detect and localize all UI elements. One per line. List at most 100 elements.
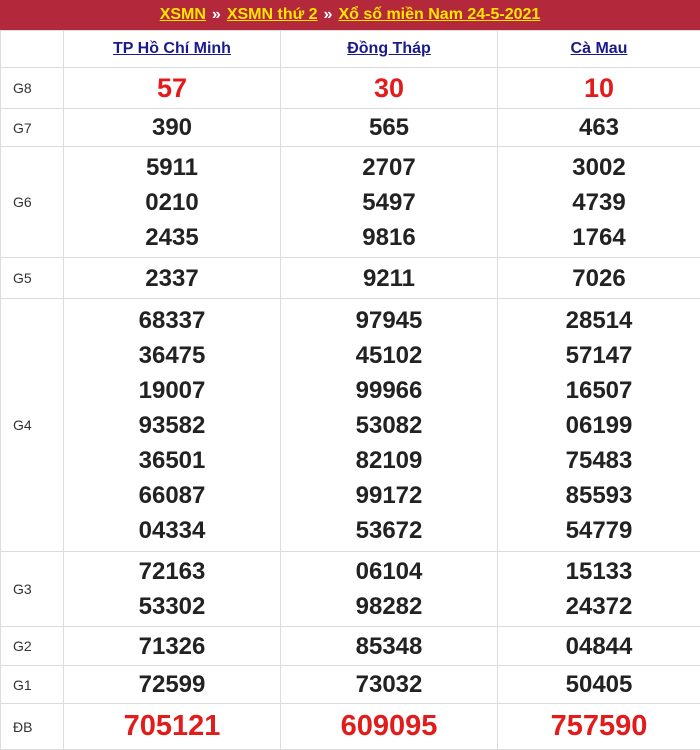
- prize-cell: 390: [64, 109, 281, 147]
- prize-number: 30: [281, 71, 497, 106]
- prize-label: G6: [1, 147, 64, 258]
- prize-row: G8573010: [1, 68, 700, 109]
- prize-cell: 1513324372: [498, 552, 700, 627]
- breadcrumb: XSMN » XSMN thứ 2 » Xổ số miền Nam 24-5-…: [0, 0, 700, 30]
- prize-number: 93582: [64, 408, 280, 443]
- prize-number: 2435: [64, 220, 280, 255]
- prize-number: 2707: [281, 150, 497, 185]
- prize-cell: 7026: [498, 258, 700, 299]
- prize-label: G1: [1, 666, 64, 704]
- prize-column-header: [1, 31, 64, 68]
- prize-cell: 30: [281, 68, 498, 109]
- prize-number: 75483: [498, 443, 700, 478]
- prize-number: 85593: [498, 478, 700, 513]
- prize-number: 2337: [64, 261, 280, 296]
- prize-number: 3002: [498, 150, 700, 185]
- prize-number: 705121: [64, 709, 280, 744]
- prize-number: 45102: [281, 338, 497, 373]
- prize-cell: 85348: [281, 627, 498, 666]
- prize-number: 565: [281, 110, 497, 145]
- prize-cell: 72599: [64, 666, 281, 704]
- prize-number: 73032: [281, 667, 497, 702]
- prize-number: 82109: [281, 443, 497, 478]
- prize-cell: 591102102435: [64, 147, 281, 258]
- prize-number: 85348: [281, 629, 497, 664]
- province-header: TP Hồ Chí Minh: [64, 31, 281, 68]
- prize-number: 9816: [281, 220, 497, 255]
- prize-number: 04844: [498, 629, 700, 664]
- prize-cell: 2337: [64, 258, 281, 299]
- prize-number: 06104: [281, 554, 497, 589]
- province-header: Cà Mau: [498, 31, 700, 68]
- prize-label: ĐB: [1, 704, 64, 750]
- prize-row: G6591102102435270754979816300247391764: [1, 147, 700, 258]
- prize-label: G5: [1, 258, 64, 299]
- prize-number: 0210: [64, 185, 280, 220]
- province-link-hcm[interactable]: TP Hồ Chí Minh: [113, 40, 231, 57]
- province-header: Đồng Tháp: [281, 31, 498, 68]
- prize-cell: 9211: [281, 258, 498, 299]
- prize-number: 71326: [64, 629, 280, 664]
- prize-cell: 68337364751900793582365016608704334: [64, 299, 281, 552]
- prize-number: 757590: [498, 709, 700, 744]
- prize-number: 24372: [498, 589, 700, 624]
- prize-number: 50405: [498, 667, 700, 702]
- prize-row: G7390565463: [1, 109, 700, 147]
- prize-label: G3: [1, 552, 64, 627]
- prize-number: 06199: [498, 408, 700, 443]
- prize-cell: 7216353302: [64, 552, 281, 627]
- province-link-dong-thap[interactable]: Đồng Tháp: [347, 40, 431, 57]
- prize-cell: 04844: [498, 627, 700, 666]
- prize-number: 53302: [64, 589, 280, 624]
- prize-cell: 97945451029996653082821099917253672: [281, 299, 498, 552]
- prize-number: 19007: [64, 373, 280, 408]
- prize-row: ĐB705121609095757590: [1, 704, 700, 750]
- prize-label: G4: [1, 299, 64, 552]
- breadcrumb-xsmn-link[interactable]: XSMN: [160, 6, 206, 24]
- prize-number: 1764: [498, 220, 700, 255]
- prize-number: 72599: [64, 667, 280, 702]
- province-link-ca-mau[interactable]: Cà Mau: [571, 40, 628, 57]
- prize-number: 97945: [281, 303, 497, 338]
- prize-number: 7026: [498, 261, 700, 296]
- prize-row: G5233792117026: [1, 258, 700, 299]
- prize-number: 9211: [281, 261, 497, 296]
- prize-number: 53672: [281, 513, 497, 548]
- prize-cell: 609095: [281, 704, 498, 750]
- prize-label: G2: [1, 627, 64, 666]
- prize-number: 98282: [281, 589, 497, 624]
- prize-number: 5911: [64, 150, 280, 185]
- prize-number: 609095: [281, 709, 497, 744]
- prize-row: G1725997303250405: [1, 666, 700, 704]
- prize-number: 10: [498, 71, 700, 106]
- prize-cell: 565: [281, 109, 498, 147]
- prize-number: 16507: [498, 373, 700, 408]
- prize-cell: 270754979816: [281, 147, 498, 258]
- prize-cell: 0610498282: [281, 552, 498, 627]
- prize-number: 68337: [64, 303, 280, 338]
- prize-number: 390: [64, 110, 280, 145]
- prize-number: 04334: [64, 513, 280, 548]
- prize-cell: 28514571471650706199754838559354779: [498, 299, 700, 552]
- prize-number: 463: [498, 110, 700, 145]
- prize-number: 15133: [498, 554, 700, 589]
- province-header-row: TP Hồ Chí Minh Đồng Tháp Cà Mau: [1, 31, 700, 68]
- prize-cell: 757590: [498, 704, 700, 750]
- prize-number: 57147: [498, 338, 700, 373]
- prize-number: 36475: [64, 338, 280, 373]
- prize-row: G2713268534804844: [1, 627, 700, 666]
- breadcrumb-current-page-link[interactable]: Xổ số miền Nam 24-5-2021: [338, 6, 540, 24]
- breadcrumb-xsmn-thu2-link[interactable]: XSMN thứ 2: [227, 6, 318, 24]
- prize-number: 99966: [281, 373, 497, 408]
- prize-cell: 50405: [498, 666, 700, 704]
- prize-cell: 463: [498, 109, 700, 147]
- prize-number: 66087: [64, 478, 280, 513]
- results-table: TP Hồ Chí Minh Đồng Tháp Cà Mau G8573010…: [0, 30, 700, 750]
- prize-label: G7: [1, 109, 64, 147]
- breadcrumb-separator: »: [212, 6, 221, 24]
- prize-row: G3721635330206104982821513324372: [1, 552, 700, 627]
- prize-cell: 705121: [64, 704, 281, 750]
- prize-number: 72163: [64, 554, 280, 589]
- prize-cell: 71326: [64, 627, 281, 666]
- prize-label: G8: [1, 68, 64, 109]
